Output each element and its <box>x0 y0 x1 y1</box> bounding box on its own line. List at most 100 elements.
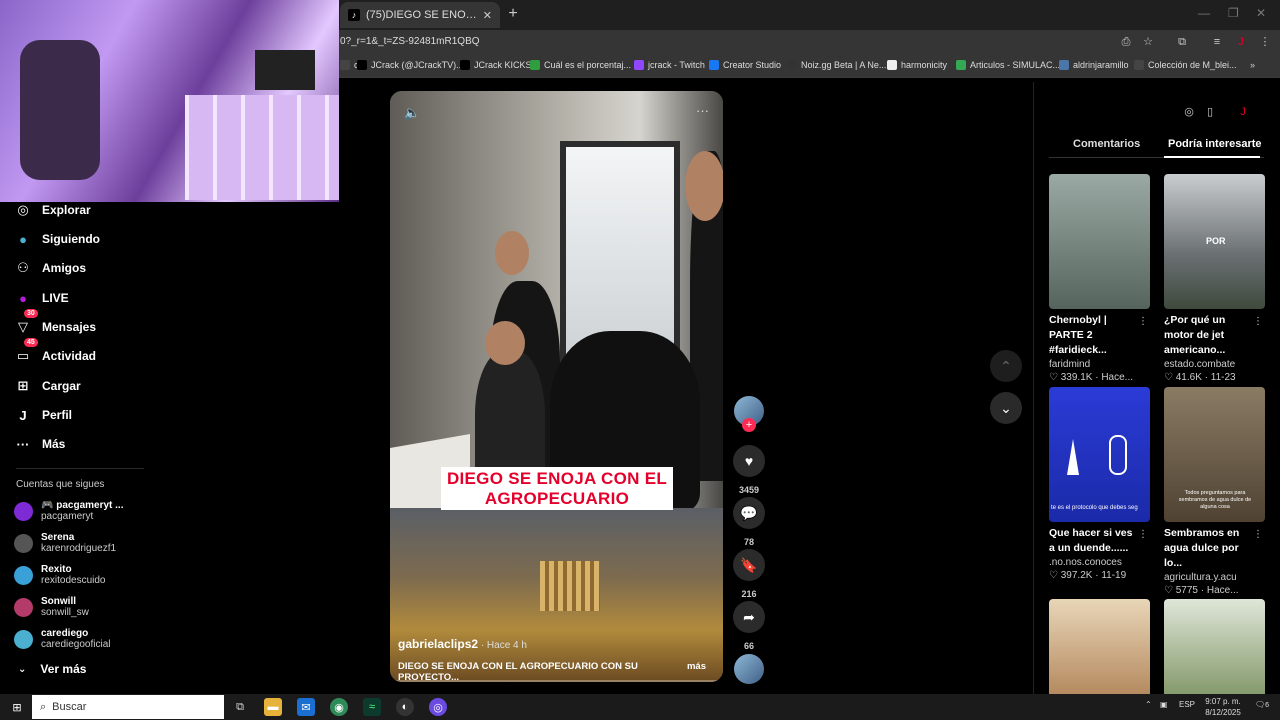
following-account[interactable]: 🎮 pacgameryt ... pacgameryt <box>14 500 123 522</box>
sidebar-item-upload[interactable]: ⊞ Cargar <box>0 372 160 400</box>
bookmark-icon[interactable]: 🔖 <box>733 549 765 581</box>
bookmark-item[interactable]: harmonicity <box>887 60 947 70</box>
browser-tab-active[interactable]: ♪ (75)DIEGO SE ENOJA CON EL A ✕ <box>340 2 500 28</box>
recommended-video-card[interactable]: Chernobyl | PARTE 2 #faridieck... ⋮ faridm… <box>1049 174 1150 383</box>
sidebar-item-live[interactable]: ● LIVE <box>0 284 160 312</box>
task-view-icon[interactable]: ⧉ <box>231 698 249 716</box>
obs-icon[interactable]: ◐ <box>396 698 414 716</box>
volume-icon[interactable]: 🔈 <box>404 105 420 121</box>
app-icon[interactable]: ≈ <box>363 698 381 716</box>
sidebar-item-label: Amigos <box>42 261 87 275</box>
account-text: Rexito rexitodescuido <box>41 564 105 586</box>
media-control-icon[interactable]: ≡ <box>1210 35 1224 49</box>
explore-icon[interactable]: ◎ <box>1181 104 1197 120</box>
card-more-icon[interactable]: ⋮ <box>1253 529 1263 540</box>
sidebar-item-profile[interactable]: J Perfil <box>0 401 160 429</box>
card-user[interactable]: estado.combate <box>1164 359 1265 370</box>
more-bookmarks-icon[interactable]: » <box>1250 60 1255 70</box>
video-author[interactable]: gabrielaclips2 · Hace 4 h <box>398 637 527 651</box>
creator-avatar-rail[interactable]: + <box>733 396 765 432</box>
share-icon[interactable]: ➦ <box>733 601 765 633</box>
card-title[interactable]: ¿Por qué un motor de jet americano... <box>1164 313 1256 358</box>
card-title[interactable]: Sembramos en agua dulce por lo... <box>1164 526 1256 571</box>
see-more-button[interactable]: ⌄ Ver más <box>18 662 86 676</box>
video-thumbnail[interactable]: te es el protocolo que debes seg <box>1049 387 1150 522</box>
taskbar-search[interactable]: ⌕ Buscar <box>32 695 224 719</box>
tab-comments[interactable]: Comentarios <box>1073 138 1140 150</box>
url-field[interactable]: 0?_r=1&_t=ZS-92481mR1QBQ <box>340 36 480 47</box>
following-account[interactable]: Serena karenrodriguezf1 <box>14 532 116 554</box>
card-title[interactable]: Que hacer si ves a un duende...... <box>1049 526 1141 556</box>
sidebar-item-messages[interactable]: ▽ 30 Mensajes <box>0 309 160 341</box>
avatar <box>14 533 33 553</box>
notifications-icon[interactable]: 🗨6 <box>1253 700 1271 709</box>
card-more-icon[interactable]: ⋮ <box>1253 316 1263 327</box>
video-thumbnail[interactable]: POR <box>1164 174 1265 309</box>
bookmark-item[interactable]: jcrack - Twitch <box>634 60 705 70</box>
tab-interesting[interactable]: Podría interesarte <box>1168 138 1262 150</box>
recommended-video-card[interactable]: te es el protocolo que debes seg Que hace… <box>1049 387 1150 581</box>
music-disc-avatar[interactable] <box>734 654 764 684</box>
bookmark-item[interactable]: Creator Studio <box>709 60 781 70</box>
recommended-video-card[interactable]: Todos preguntamos para sembramos de agua… <box>1164 387 1265 596</box>
browser-menu-icon[interactable]: ⋮ <box>1258 35 1272 49</box>
following-account[interactable]: carediego carediegooficial <box>14 628 111 650</box>
more-link[interactable]: más <box>687 661 706 682</box>
bookmark-item[interactable]: JCrack (@JCrackTV)... <box>357 60 464 70</box>
card-more-icon[interactable]: ⋮ <box>1138 529 1148 540</box>
recommended-video-card[interactable]: POR ¿Por qué un motor de jet americano...… <box>1164 174 1265 383</box>
extensions-icon[interactable]: ⧉ <box>1175 35 1189 49</box>
like-icon[interactable]: ♥ <box>733 445 765 477</box>
chrome-icon[interactable]: ◉ <box>330 698 348 716</box>
minimize-button[interactable]: — <box>1198 6 1210 20</box>
card-user[interactable]: faridmind <box>1049 359 1150 370</box>
bookmark-item[interactable]: Colección de M_blei... <box>1134 60 1237 70</box>
card-user[interactable]: .no.nos.conoces <box>1049 557 1150 568</box>
phone-icon[interactable]: ▯ <box>1202 104 1218 120</box>
sidebar-item-friends[interactable]: ⚇ Amigos <box>0 254 160 282</box>
video-thumbnail[interactable] <box>1049 174 1150 309</box>
bookmark-item[interactable]: Cuál es el porcentaj... <box>530 60 631 70</box>
language-indicator[interactable]: ESP <box>1179 700 1195 709</box>
windows-start-icon[interactable]: ⊞ <box>8 698 26 716</box>
video-thumbnail[interactable]: Todos preguntamos para sembramos de agua… <box>1164 387 1265 522</box>
card-user[interactable]: agricultura.y.acu <box>1164 572 1265 583</box>
card-stats: ♡ 41.6K · 11-23 <box>1164 372 1236 383</box>
bookmark-item[interactable]: JCrack KICKS <box>460 60 532 70</box>
close-tab-icon[interactable]: ✕ <box>483 9 492 22</box>
compass-icon: ◎ <box>17 202 29 217</box>
bookmark-item[interactable]: Articulos - SIMULAC... <box>956 60 1060 70</box>
bookmark-item[interactable]: aldrinjaramillo <box>1059 60 1129 70</box>
card-title[interactable]: Chernobyl | PARTE 2 #faridieck... <box>1049 313 1141 358</box>
restore-button[interactable]: ❐ <box>1228 6 1239 20</box>
tray-chevron-icon[interactable]: ⌃ <box>1145 700 1152 709</box>
following-account[interactable]: Sonwill sonwill_sw <box>14 596 89 618</box>
author-name[interactable]: gabrielaclips2 <box>398 637 478 651</box>
follow-plus-icon[interactable]: + <box>742 418 756 432</box>
profile-avatar-icon[interactable]: J <box>1235 104 1251 120</box>
bookmark-item[interactable]: Noiz.gg Beta | A Ne... <box>787 60 886 70</box>
account-text: 🎮 pacgameryt ... pacgameryt <box>41 500 123 522</box>
video-options-icon[interactable]: ··· <box>696 103 709 118</box>
card-more-icon[interactable]: ⋮ <box>1138 316 1148 327</box>
previous-video-button[interactable]: ⌃ <box>990 350 1022 382</box>
sidebar-item-activity[interactable]: ▭ 45 Actividad <box>0 338 160 370</box>
clock[interactable]: 9:07 p. m. 8/12/2025 <box>1203 696 1243 718</box>
profile-avatar-icon[interactable]: J <box>1234 35 1248 49</box>
outlook-icon[interactable]: ✉ <box>297 698 315 716</box>
new-tab-button[interactable]: + <box>504 5 522 23</box>
network-icon[interactable]: ▣ <box>1160 700 1168 709</box>
comment-icon[interactable]: 💬 <box>733 497 765 529</box>
following-account[interactable]: Rexito rexitodescuido <box>14 564 105 586</box>
video-progress-bar[interactable] <box>390 680 723 682</box>
sidebar-item-more[interactable]: ··· Más <box>0 430 160 458</box>
install-app-icon[interactable]: ⎙ <box>1119 35 1133 49</box>
file-explorer-icon[interactable]: ▬ <box>264 698 282 716</box>
bookmark-star-icon[interactable]: ☆ <box>1141 35 1155 49</box>
sidebar-item-following[interactable]: ● Siguiendo <box>0 225 160 253</box>
next-video-button[interactable]: ⌄ <box>990 392 1022 424</box>
video-player[interactable]: DIEGO SE ENOJA CON EL AGROPECUARIO 🔈 ···… <box>390 91 723 682</box>
app-icon[interactable]: ◎ <box>429 698 447 716</box>
sidebar-item-compass[interactable]: ◎ Explorar <box>0 196 160 224</box>
close-window-button[interactable]: ✕ <box>1256 6 1266 20</box>
